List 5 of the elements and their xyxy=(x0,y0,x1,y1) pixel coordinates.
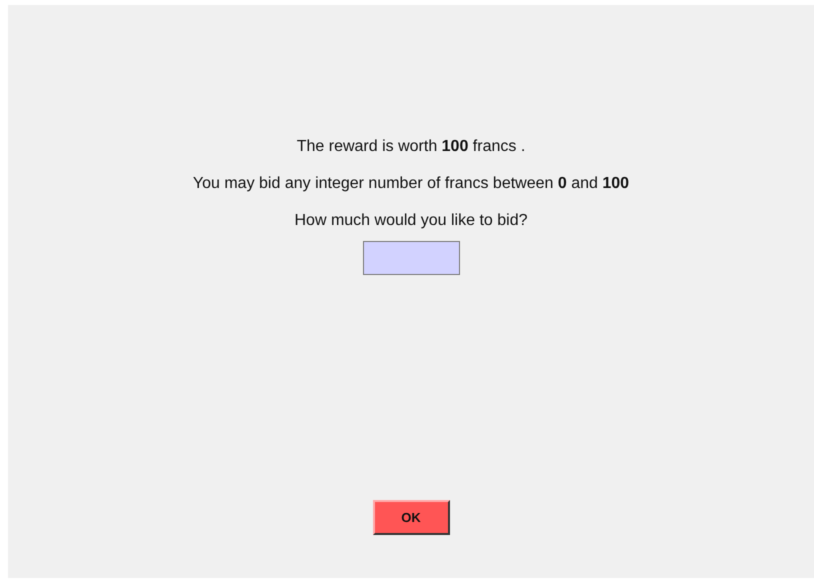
prompt-text: The reward is worth 100 francs . xyxy=(296,137,526,156)
ok-button[interactable]: OK xyxy=(372,500,450,535)
bid-field[interactable] xyxy=(362,241,460,275)
prompt-text: You may bid any integer number of francs between 0 and 100 xyxy=(192,174,630,193)
prompt-text: How much would you like to bid? xyxy=(294,211,528,230)
